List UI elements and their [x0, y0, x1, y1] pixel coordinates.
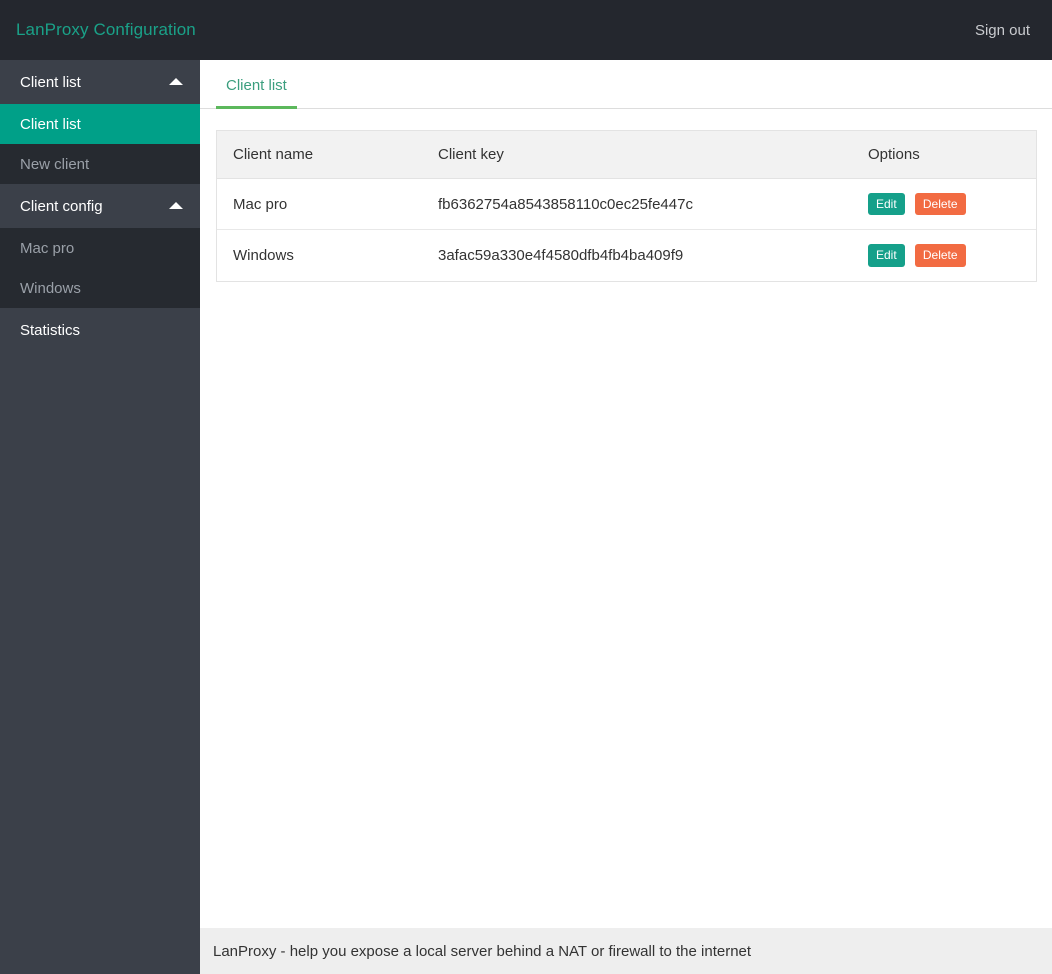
sidebar-group-label: Client config [20, 197, 103, 215]
client-table-body: Mac pro fb6362754a8543858110c0ec25fe447c… [217, 178, 1036, 281]
sidebar-group-label: Client list [20, 73, 81, 91]
cell-client-key: fb6362754a8543858110c0ec25fe447c [422, 178, 852, 231]
cell-options: Edit Delete [852, 178, 1036, 231]
sidebar-item-label: Statistics [20, 321, 81, 339]
cell-options: Edit Delete [852, 230, 1036, 281]
sidebar-item-label: New client [20, 155, 90, 173]
sidebar-item-label: Mac pro [20, 239, 75, 257]
caret-up-icon [169, 78, 183, 85]
delete-button[interactable]: Delete [914, 244, 966, 267]
table-row: Windows 3afac59a330e4f4580dfb4fb4ba409f9… [217, 230, 1036, 281]
sidebar-subitems-client-list: Client list New client [0, 104, 200, 184]
sidebar-item-label: Windows [20, 279, 81, 297]
table-row: Mac pro fb6362754a8543858110c0ec25fe447c… [217, 178, 1036, 231]
sidebar-item-mac-pro[interactable]: Mac pro [0, 228, 200, 268]
app-brand-title: LanProxy Configuration [16, 20, 196, 39]
sidebar-item-client-list[interactable]: Client list [0, 104, 200, 144]
sidebar-group-client-config[interactable]: Client config [0, 184, 200, 228]
cell-client-name: Windows [233, 247, 294, 265]
client-table: Client name Client key Options Mac pro f… [217, 131, 1036, 281]
sidebar-group-client-list[interactable]: Client list [0, 60, 200, 104]
app-root: LanProxy Configuration Sign out Client l… [0, 0, 1052, 974]
sidebar-item-label: Client list [20, 115, 81, 133]
page-footer: LanProxy - help you expose a local serve… [200, 928, 1052, 974]
edit-button[interactable]: Edit [868, 244, 905, 267]
tab-bar: Client list [200, 60, 1052, 109]
tab-client-list[interactable]: Client list [216, 77, 297, 109]
column-header-client-key: Client key [422, 131, 852, 179]
sidebar-subitems-client-config: Mac pro Windows [0, 228, 200, 308]
table-header-row: Client name Client key Options [217, 131, 1036, 179]
top-header-bar: LanProxy Configuration Sign out [0, 0, 1052, 60]
sidebar-item-statistics[interactable]: Statistics [0, 308, 200, 352]
edit-button[interactable]: Edit [868, 193, 905, 216]
caret-up-icon [169, 202, 183, 209]
cell-client-key: 3afac59a330e4f4580dfb4fb4ba409f9 [438, 247, 684, 265]
column-header-options: Options [852, 131, 1036, 179]
sidebar-navigation: Client list Client list New client Clien… [0, 60, 200, 974]
sidebar-item-new-client[interactable]: New client [0, 144, 200, 184]
cell-client-name: Mac pro [217, 178, 422, 231]
footer-text: LanProxy - help you expose a local serve… [213, 942, 752, 960]
delete-button[interactable]: Delete [914, 193, 966, 216]
client-table-card: Client name Client key Options Mac pro f… [216, 130, 1037, 282]
sign-out-link[interactable]: Sign out [975, 22, 1030, 39]
client-table-head: Client name Client key Options [217, 131, 1036, 179]
column-header-client-name: Client name [217, 131, 422, 179]
main-content: Client list Client name Client key Optio… [200, 60, 1052, 928]
sidebar-item-windows[interactable]: Windows [0, 268, 200, 308]
